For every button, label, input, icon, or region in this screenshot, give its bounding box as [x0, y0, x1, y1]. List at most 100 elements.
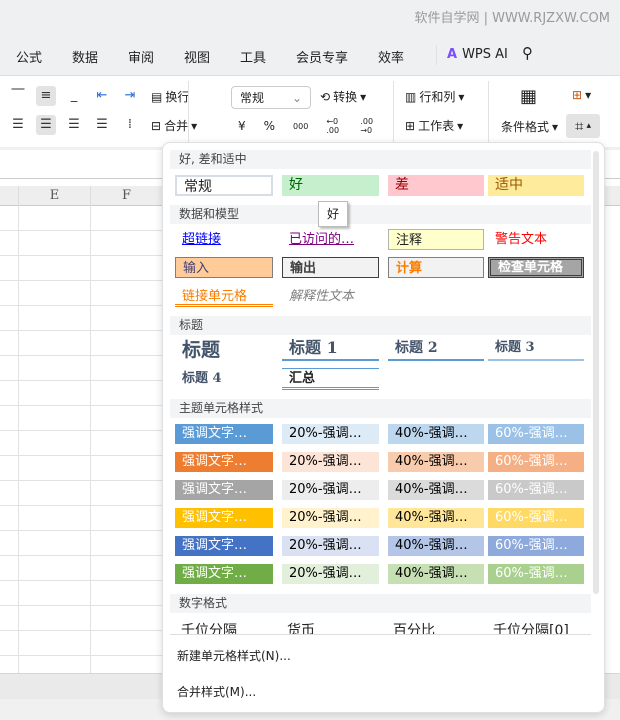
rows-cols-label: 行和列 — [419, 90, 456, 104]
currency-button[interactable]: ¥ — [238, 119, 246, 133]
theme-style-2-accent[interactable]: 强调文字… — [175, 452, 273, 472]
theme-style-3-accent[interactable]: 强调文字… — [175, 480, 273, 500]
style-comma-0[interactable]: 千位分隔[0] — [493, 620, 569, 634]
theme-style-1-60pct[interactable]: 60%-强调… — [488, 424, 584, 444]
cell-style-icon: ⌗ — [575, 117, 584, 135]
theme-style-2-40pct[interactable]: 40%-强调… — [388, 452, 484, 472]
title-bar: 软件自学网 | WWW.RJZXW.COM 公式 数据 审阅 视图 工具 会员专… — [0, 0, 620, 75]
menu-formula[interactable]: 公式 — [16, 47, 42, 66]
theme-style-6-40pct[interactable]: 40%-强调… — [388, 564, 484, 584]
new-cell-style-item[interactable]: 新建单元格样式(N)... — [177, 647, 291, 664]
style-calculation[interactable]: 计算 — [388, 257, 484, 278]
wps-ai-button[interactable]: A WPS AI — [447, 47, 508, 62]
style-good[interactable]: 好 — [282, 175, 379, 196]
distributed-icon[interactable]: ⁞ — [120, 115, 140, 135]
style-heading-4[interactable]: 标题 4 — [175, 368, 273, 389]
style-note[interactable]: 注释 — [388, 229, 484, 250]
theme-style-4-20pct[interactable]: 20%-强调… — [282, 508, 379, 528]
align-bottom-icon[interactable]: _ — [64, 86, 84, 106]
style-heading-2[interactable]: 标题 2 — [388, 338, 484, 361]
theme-style-5-accent[interactable]: 强调文字… — [175, 536, 273, 556]
merge-icon: ⊟ — [151, 118, 162, 133]
thousands-button[interactable]: 000 — [293, 122, 308, 131]
style-input[interactable]: 输入 — [175, 257, 273, 278]
theme-style-5-40pct[interactable]: 40%-强调… — [388, 536, 484, 556]
style-neutral[interactable]: 适中 — [488, 175, 584, 196]
merge-button[interactable]: ⊟ 合并 ▾ — [151, 117, 197, 134]
theme-style-4-accent[interactable]: 强调文字… — [175, 508, 273, 528]
menu-view[interactable]: 视图 — [184, 47, 210, 66]
conditional-format-button[interactable]: 条件格式 ▾ — [501, 118, 558, 135]
theme-style-4-60pct[interactable]: 60%-强调… — [488, 508, 584, 528]
style-title[interactable]: 标题 — [175, 338, 273, 363]
menu-data[interactable]: 数据 — [72, 47, 98, 66]
percent-button[interactable]: % — [264, 119, 275, 133]
style-linked-cell[interactable]: 链接单元格 — [175, 286, 273, 307]
align-middle-icon[interactable]: ≡ — [36, 86, 56, 106]
style-output[interactable]: 输出 — [282, 257, 379, 278]
column-e[interactable]: E — [18, 186, 90, 206]
style-check-cell[interactable]: 检查单元格 — [488, 257, 584, 278]
style-hyperlink[interactable]: 超链接 — [175, 229, 273, 250]
column-f[interactable]: F — [90, 186, 162, 206]
indent-decrease-icon[interactable]: ⇤ — [92, 86, 112, 106]
align-right-icon[interactable]: ☰ — [64, 115, 84, 135]
align-top-icon[interactable]: ⎺ — [8, 86, 28, 106]
theme-style-3-20pct[interactable]: 20%-强调… — [282, 480, 379, 500]
convert-button[interactable]: ⟲ 转换 ▾ — [320, 88, 366, 105]
chevron-down-icon: ▾ — [552, 119, 559, 134]
style-currency[interactable]: 货币 — [287, 620, 315, 634]
theme-style-3-40pct[interactable]: 40%-强调… — [388, 480, 484, 500]
align-left-icon[interactable]: ☰ — [8, 115, 28, 135]
menu-efficiency[interactable]: 效率 — [378, 47, 404, 66]
indent-increase-icon[interactable]: ⇥ — [120, 86, 140, 106]
style-normal[interactable]: 常规 — [175, 175, 273, 196]
wrap-icon: ▤ — [151, 89, 163, 104]
theme-style-1-20pct[interactable]: 20%-强调… — [282, 424, 379, 444]
menu-tools[interactable]: 工具 — [240, 47, 266, 66]
theme-style-5-60pct[interactable]: 60%-强调… — [488, 536, 584, 556]
align-center-icon[interactable]: ☰ — [36, 115, 56, 135]
menu-member[interactable]: 会员专享 — [296, 47, 348, 66]
theme-style-4-40pct[interactable]: 40%-强调… — [388, 508, 484, 528]
theme-style-5-20pct[interactable]: 20%-强调… — [282, 536, 379, 556]
scrollbar[interactable] — [593, 151, 599, 594]
menu-review[interactable]: 审阅 — [128, 47, 154, 66]
decimal-increase-button[interactable]: ←0 .00 — [326, 117, 342, 135]
style-heading-3[interactable]: 标题 3 — [488, 338, 584, 361]
style-comma[interactable]: 千位分隔 — [181, 620, 237, 634]
number-format-select[interactable]: 常规 ⌄ — [231, 86, 311, 109]
wps-ai-label: WPS AI — [462, 47, 508, 62]
cell-grid[interactable] — [0, 206, 162, 673]
wrap-button[interactable]: ▤ 换行 — [151, 88, 189, 105]
style-explanatory-text[interactable]: 解释性文本 — [282, 286, 379, 307]
theme-style-1-accent[interactable]: 强调文字… — [175, 424, 273, 444]
style-total[interactable]: 汇总 — [282, 368, 379, 390]
style-bad[interactable]: 差 — [388, 175, 484, 196]
theme-style-6-60pct[interactable]: 60%-强调… — [488, 564, 584, 584]
theme-style-2-20pct[interactable]: 20%-强调… — [282, 452, 379, 472]
theme-style-1-40pct[interactable]: 40%-强调… — [388, 424, 484, 444]
section-titles: 标题 — [170, 316, 591, 335]
wrap-label: 换行 — [165, 90, 190, 104]
style-followed-hyperlink[interactable]: 已访问的… — [282, 229, 379, 250]
style-warning-text[interactable]: 警告文本 — [488, 229, 584, 250]
merge-label: 合并 — [164, 119, 189, 133]
style-percent[interactable]: 百分比 — [393, 620, 435, 634]
theme-style-3-60pct[interactable]: 60%-强调… — [488, 480, 584, 500]
theme-style-6-accent[interactable]: 强调文字… — [175, 564, 273, 584]
style-heading-1[interactable]: 标题 1 — [282, 338, 379, 361]
justify-icon[interactable]: ☰ — [92, 115, 112, 135]
theme-style-6-20pct[interactable]: 20%-强调… — [282, 564, 379, 584]
decimal-decrease-button[interactable]: .00 →0 — [360, 117, 378, 135]
number-format-value: 常规 — [240, 91, 265, 105]
cell-style-button[interactable]: ⌗ ▴ — [566, 114, 600, 138]
chevron-down-icon: ▾ — [360, 89, 367, 104]
worksheet-button[interactable]: ⊞ 工作表 ▾ — [405, 117, 463, 134]
merge-styles-item[interactable]: 合并样式(M)... — [177, 683, 256, 700]
format-painter-button[interactable]: ⊞ ▾ — [572, 88, 591, 102]
rows-cols-button[interactable]: ▥ 行和列 ▾ — [405, 88, 464, 105]
conditional-format-icon[interactable]: ▦ — [520, 86, 537, 107]
search-icon[interactable]: ⚲ — [522, 44, 533, 62]
theme-style-2-60pct[interactable]: 60%-强调… — [488, 452, 584, 472]
